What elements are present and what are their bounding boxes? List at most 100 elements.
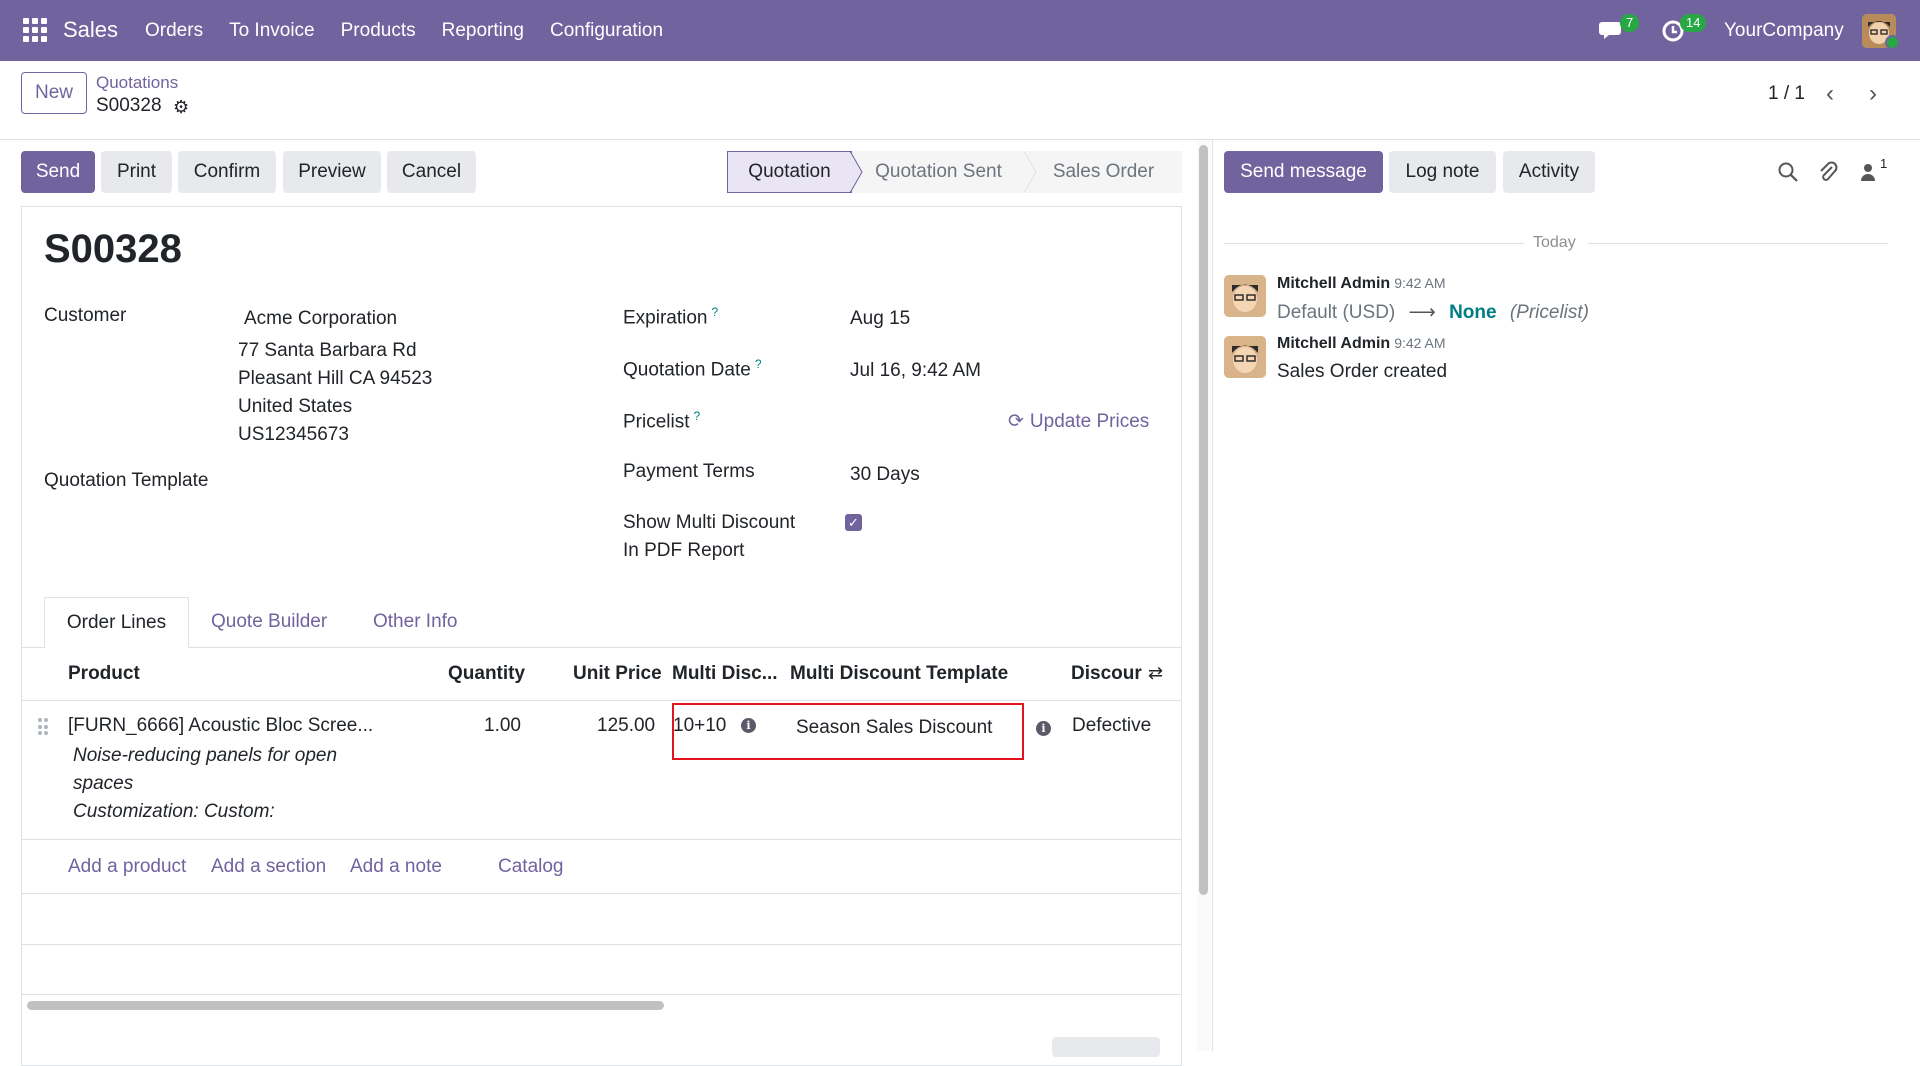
multi-discount-checkbox[interactable]: ✓ — [845, 514, 862, 531]
form-sheet — [21, 206, 1182, 1066]
new-button[interactable]: New — [21, 72, 87, 114]
row-product[interactable]: [FURN_6666] Acoustic Bloc Scree... — [68, 715, 373, 737]
avatar[interactable] — [1224, 275, 1266, 317]
search-icon[interactable] — [1777, 161, 1799, 183]
arrow-right-icon: ⟶ — [1408, 302, 1436, 323]
row-quantity[interactable]: 1.00 — [484, 715, 521, 737]
chevron-right-icon[interactable]: › — [1869, 80, 1877, 108]
column-settings-icon[interactable]: ⇄ — [1148, 663, 1163, 684]
chatter-divider — [1212, 140, 1213, 1051]
online-status-dot — [1885, 35, 1900, 50]
apps-menu-icon[interactable] — [23, 18, 47, 42]
column-quantity[interactable]: Quantity — [448, 663, 525, 685]
payment-terms-value[interactable]: 30 Days — [850, 464, 920, 486]
help-icon[interactable]: ? — [755, 357, 762, 371]
send-message-button[interactable]: Send message — [1224, 151, 1383, 193]
quotation-date-label: Quotation Date? — [623, 357, 762, 381]
multi-discount-label: Show Multi Discount — [623, 512, 796, 533]
row-unit-price[interactable]: 125.00 — [597, 715, 655, 737]
activity-button[interactable]: Activity — [1503, 151, 1595, 193]
expiration-label: Expiration? — [623, 305, 719, 329]
column-multi-discount[interactable]: Multi Disc... — [672, 663, 778, 685]
tab-order-lines[interactable]: Order Lines — [44, 597, 189, 648]
message-author[interactable]: Mitchell Admin 9:42 AM — [1277, 275, 1446, 293]
confirm-button[interactable]: Confirm — [178, 151, 276, 193]
header-divider — [22, 700, 1181, 701]
followers-icon[interactable] — [1860, 161, 1876, 183]
message-time: 9:42 AM — [1394, 275, 1446, 291]
address-line-1: 77 Santa Barbara Rd — [238, 340, 417, 361]
message-author[interactable]: Mitchell Admin 9:42 AM — [1277, 335, 1446, 353]
old-value: Default (USD) — [1277, 302, 1396, 323]
column-product[interactable]: Product — [68, 663, 140, 685]
main-menu: Orders To Invoice Products Reporting Con… — [145, 20, 663, 42]
messages-badge: 7 — [1620, 14, 1640, 32]
breadcrumb-quotations[interactable]: Quotations — [96, 73, 178, 93]
cancel-button[interactable]: Cancel — [387, 151, 476, 193]
horizontal-scrollbar[interactable] — [27, 1001, 664, 1010]
menu-reporting[interactable]: Reporting — [442, 20, 524, 42]
row-description-2: spaces — [73, 773, 134, 794]
update-prices-button[interactable]: ⟳ Update Prices — [1008, 410, 1149, 433]
row-description-3: Customization: Custom: — [73, 801, 275, 822]
help-icon[interactable]: ? — [694, 409, 701, 423]
add-note-link[interactable]: Add a note — [350, 856, 442, 878]
activities-badge: 14 — [1680, 14, 1707, 32]
date-line — [1588, 243, 1888, 244]
breadcrumb-current: S00328 — [96, 95, 162, 116]
multi-discount-label-2: In PDF Report — [623, 540, 745, 561]
row-divider — [22, 944, 1181, 945]
menu-orders[interactable]: Orders — [145, 20, 203, 42]
row-discount-reason[interactable]: Defective — [1072, 715, 1151, 737]
paperclip-icon[interactable] — [1817, 161, 1839, 183]
company-switcher[interactable]: YourCompany — [1724, 20, 1844, 42]
menu-products[interactable]: Products — [341, 20, 416, 42]
info-icon[interactable]: i — [1036, 721, 1051, 736]
print-button[interactable]: Print — [101, 151, 172, 193]
address-line-2: Pleasant Hill CA 94523 — [238, 368, 433, 389]
quotation-template-label: Quotation Template — [44, 470, 209, 491]
stage-sales-order[interactable]: Sales Order — [1025, 151, 1182, 193]
row-divider — [22, 839, 1181, 840]
quotation-date-value[interactable]: Jul 16, 9:42 AM — [850, 360, 981, 382]
tabs-divider — [21, 647, 1182, 648]
message-body: Sales Order created — [1277, 361, 1448, 382]
stage-arrow-icon — [1024, 151, 1037, 193]
vertical-scrollbar[interactable] — [1199, 145, 1208, 895]
tab-quote-builder[interactable]: Quote Builder — [211, 611, 327, 633]
chevron-left-icon[interactable]: ‹ — [1826, 80, 1834, 108]
tab-other-info[interactable]: Other Info — [373, 611, 458, 633]
add-product-link[interactable]: Add a product — [68, 856, 186, 878]
catalog-link[interactable]: Catalog — [498, 856, 564, 878]
row-divider — [22, 893, 1181, 894]
app-name[interactable]: Sales — [63, 17, 118, 43]
add-section-link[interactable]: Add a section — [211, 856, 326, 878]
stage-quotation[interactable]: Quotation — [727, 151, 852, 193]
gear-icon[interactable]: ⚙ — [173, 97, 189, 118]
message-time: 9:42 AM — [1394, 335, 1446, 351]
column-multi-discount-template[interactable]: Multi Discount Template — [790, 663, 1008, 685]
log-note-button[interactable]: Log note — [1389, 151, 1496, 193]
date-separator: Today — [1533, 234, 1576, 251]
column-unit-price[interactable]: Unit Price — [573, 663, 662, 685]
drag-handle-icon[interactable] — [38, 718, 48, 736]
preview-button[interactable]: Preview — [283, 151, 381, 193]
column-discount-reason[interactable]: Discour — [1071, 663, 1142, 685]
expiration-value[interactable]: Aug 15 — [850, 308, 910, 330]
bottom-button[interactable] — [1052, 1037, 1160, 1057]
pager-value[interactable]: 1 / 1 — [1768, 83, 1805, 105]
address-line-3: United States — [238, 396, 353, 417]
followers-count: 1 — [1880, 156, 1888, 171]
avatar[interactable] — [1224, 336, 1266, 378]
stage-quotation-sent[interactable]: Quotation Sent — [852, 151, 1025, 193]
row-divider — [22, 994, 1181, 995]
page-title: S00328 — [44, 227, 182, 271]
customer-name[interactable]: Acme Corporation — [244, 308, 397, 330]
help-icon[interactable]: ? — [712, 305, 719, 319]
menu-to-invoice[interactable]: To Invoice — [229, 20, 315, 42]
customer-label: Customer — [44, 305, 127, 326]
control-panel-divider — [0, 139, 1920, 140]
menu-configuration[interactable]: Configuration — [550, 20, 663, 42]
address-line-4: US12345673 — [238, 424, 349, 445]
send-button[interactable]: Send — [21, 151, 95, 193]
